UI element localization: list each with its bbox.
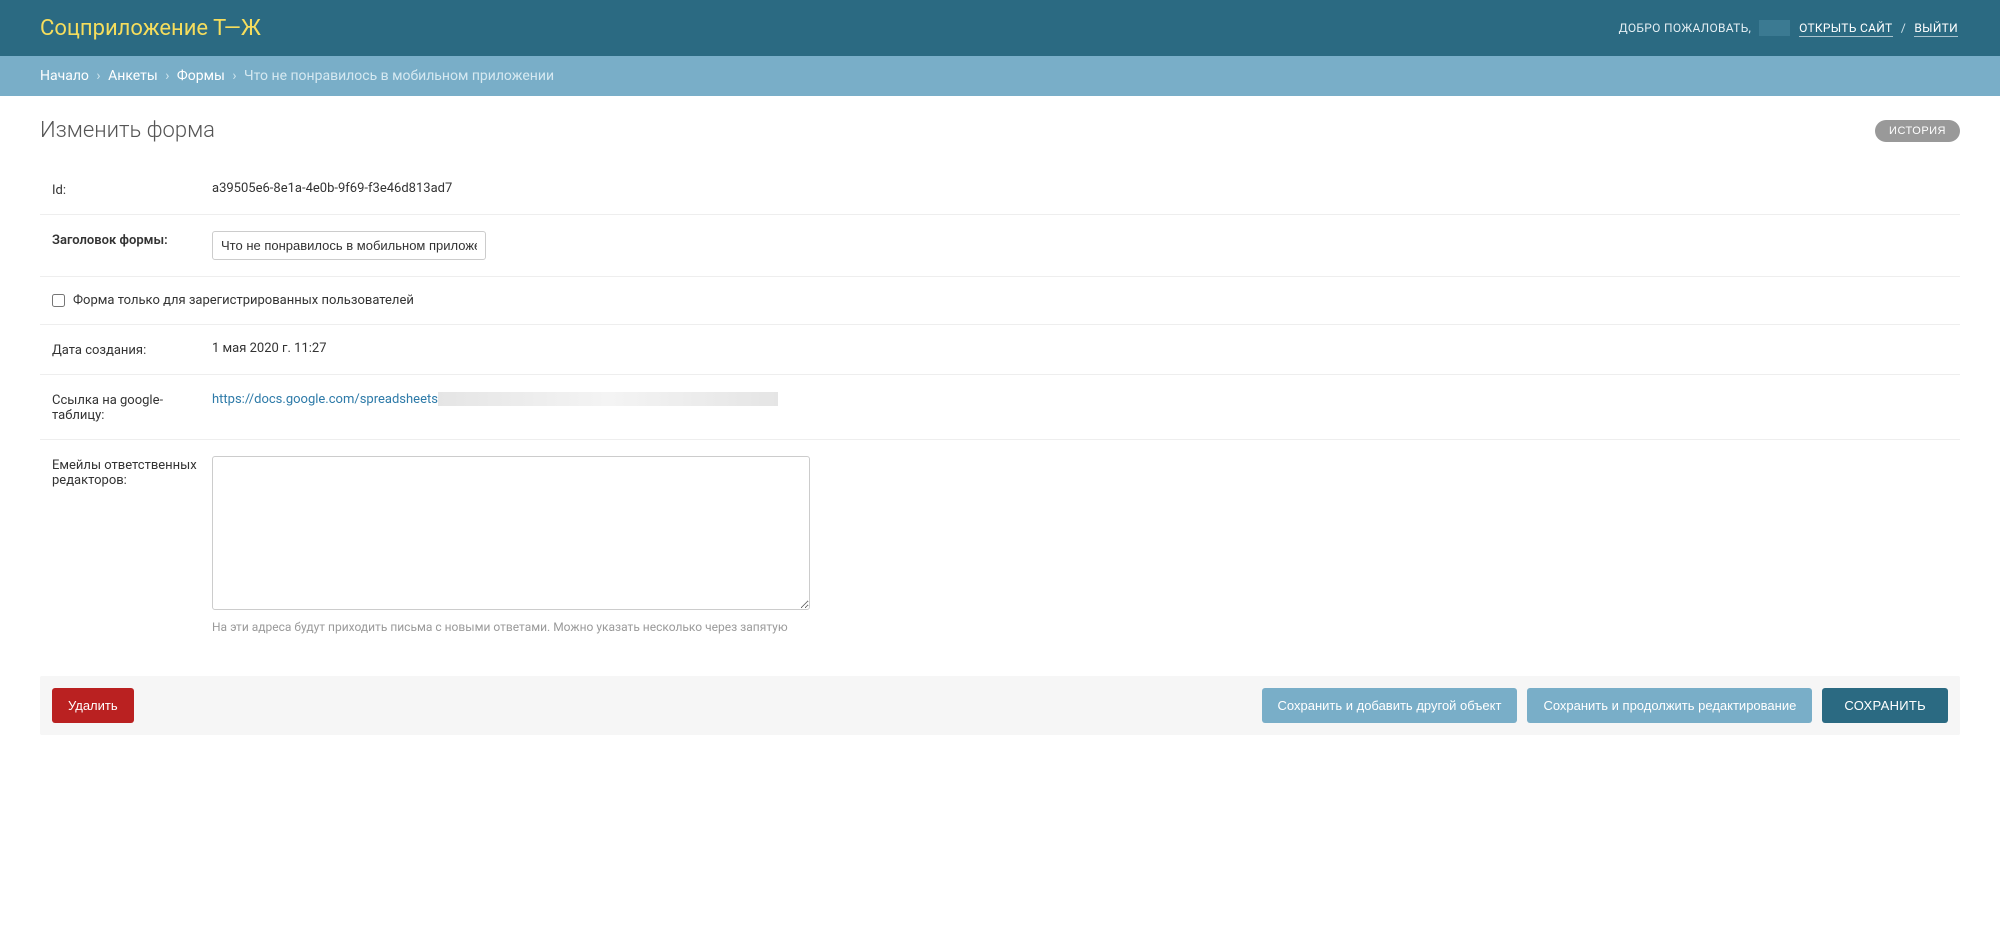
breadcrumb-divider: › (232, 68, 236, 84)
right-buttons: Сохранить и добавить другой объект Сохра… (1262, 688, 1948, 723)
field-row-gsheet: Ссылка на google-таблицу: https://docs.g… (40, 375, 1960, 440)
submit-row: Удалить Сохранить и добавить другой объе… (40, 676, 1960, 735)
gsheet-link[interactable]: https://docs.google.com/spreadsheets (212, 392, 438, 407)
form-title-input[interactable] (212, 231, 486, 260)
emails-label: Емейлы ответственных редакторов: (52, 456, 212, 488)
user-links: ДОБРО ПОЖАЛОВАТЬ, ОТКРЫТЬ САЙТ / ВЫЙТИ (1619, 20, 1960, 36)
page-title-row: Изменить форма ИСТОРИЯ (40, 118, 1960, 143)
breadcrumb-divider: › (96, 68, 100, 84)
username-placeholder (1759, 20, 1790, 36)
emails-help: На эти адреса будут приходить письма с н… (212, 620, 1948, 634)
registered-only-label[interactable]: Форма только для зарегистрированных поль… (73, 293, 414, 308)
open-site-link[interactable]: ОТКРЫТЬ САЙТ (1799, 21, 1892, 37)
history-button[interactable]: ИСТОРИЯ (1875, 120, 1960, 142)
field-row-registered-only: Форма только для зарегистрированных поль… (40, 277, 1960, 325)
id-label: Id: (52, 181, 212, 198)
registered-only-checkbox[interactable] (52, 294, 65, 307)
breadcrumb-current: Что не понравилось в мобильном приложени… (244, 68, 554, 84)
field-row-created: Дата создания: 1 мая 2020 г. 11:27 (40, 325, 1960, 375)
breadcrumb-surveys[interactable]: Анкеты (108, 68, 158, 84)
breadcrumb-home[interactable]: Начало (40, 68, 89, 84)
id-value: a39505e6-8e1a-4e0b-9f69-f3e46d813ad7 (212, 181, 1948, 196)
save-add-another-button[interactable]: Сохранить и добавить другой объект (1262, 688, 1518, 723)
field-row-title: Заголовок формы: (40, 215, 1960, 277)
welcome-text: ДОБРО ПОЖАЛОВАТЬ, (1619, 21, 1752, 35)
top-header: Соцприложение Т—Ж ДОБРО ПОЖАЛОВАТЬ, ОТКР… (0, 0, 2000, 56)
page-title: Изменить форма (40, 118, 215, 143)
field-row-id: Id: a39505e6-8e1a-4e0b-9f69-f3e46d813ad7 (40, 165, 1960, 215)
save-button[interactable]: СОХРАНИТЬ (1822, 688, 1948, 723)
breadcrumb-divider: › (165, 68, 169, 84)
content-area: Изменить форма ИСТОРИЯ Id: a39505e6-8e1a… (0, 96, 2000, 775)
brand-title: Соцприложение Т—Ж (40, 16, 261, 41)
field-row-emails: Емейлы ответственных редакторов: На эти … (40, 440, 1960, 650)
created-label: Дата создания: (52, 341, 212, 358)
emails-textarea[interactable] (212, 456, 810, 610)
created-value: 1 мая 2020 г. 11:27 (212, 341, 1948, 356)
breadcrumb-forms[interactable]: Формы (177, 68, 225, 84)
gsheet-link-redacted (438, 392, 778, 406)
separator: / (1901, 21, 1906, 35)
delete-button[interactable]: Удалить (52, 688, 134, 723)
gsheet-label: Ссылка на google-таблицу: (52, 391, 212, 423)
form-title-label: Заголовок формы: (52, 231, 212, 248)
logout-link[interactable]: ВЫЙТИ (1914, 21, 1958, 37)
save-continue-button[interactable]: Сохранить и продолжить редактирование (1527, 688, 1812, 723)
breadcrumb: Начало › Анкеты › Формы › Что не понрави… (0, 56, 2000, 96)
